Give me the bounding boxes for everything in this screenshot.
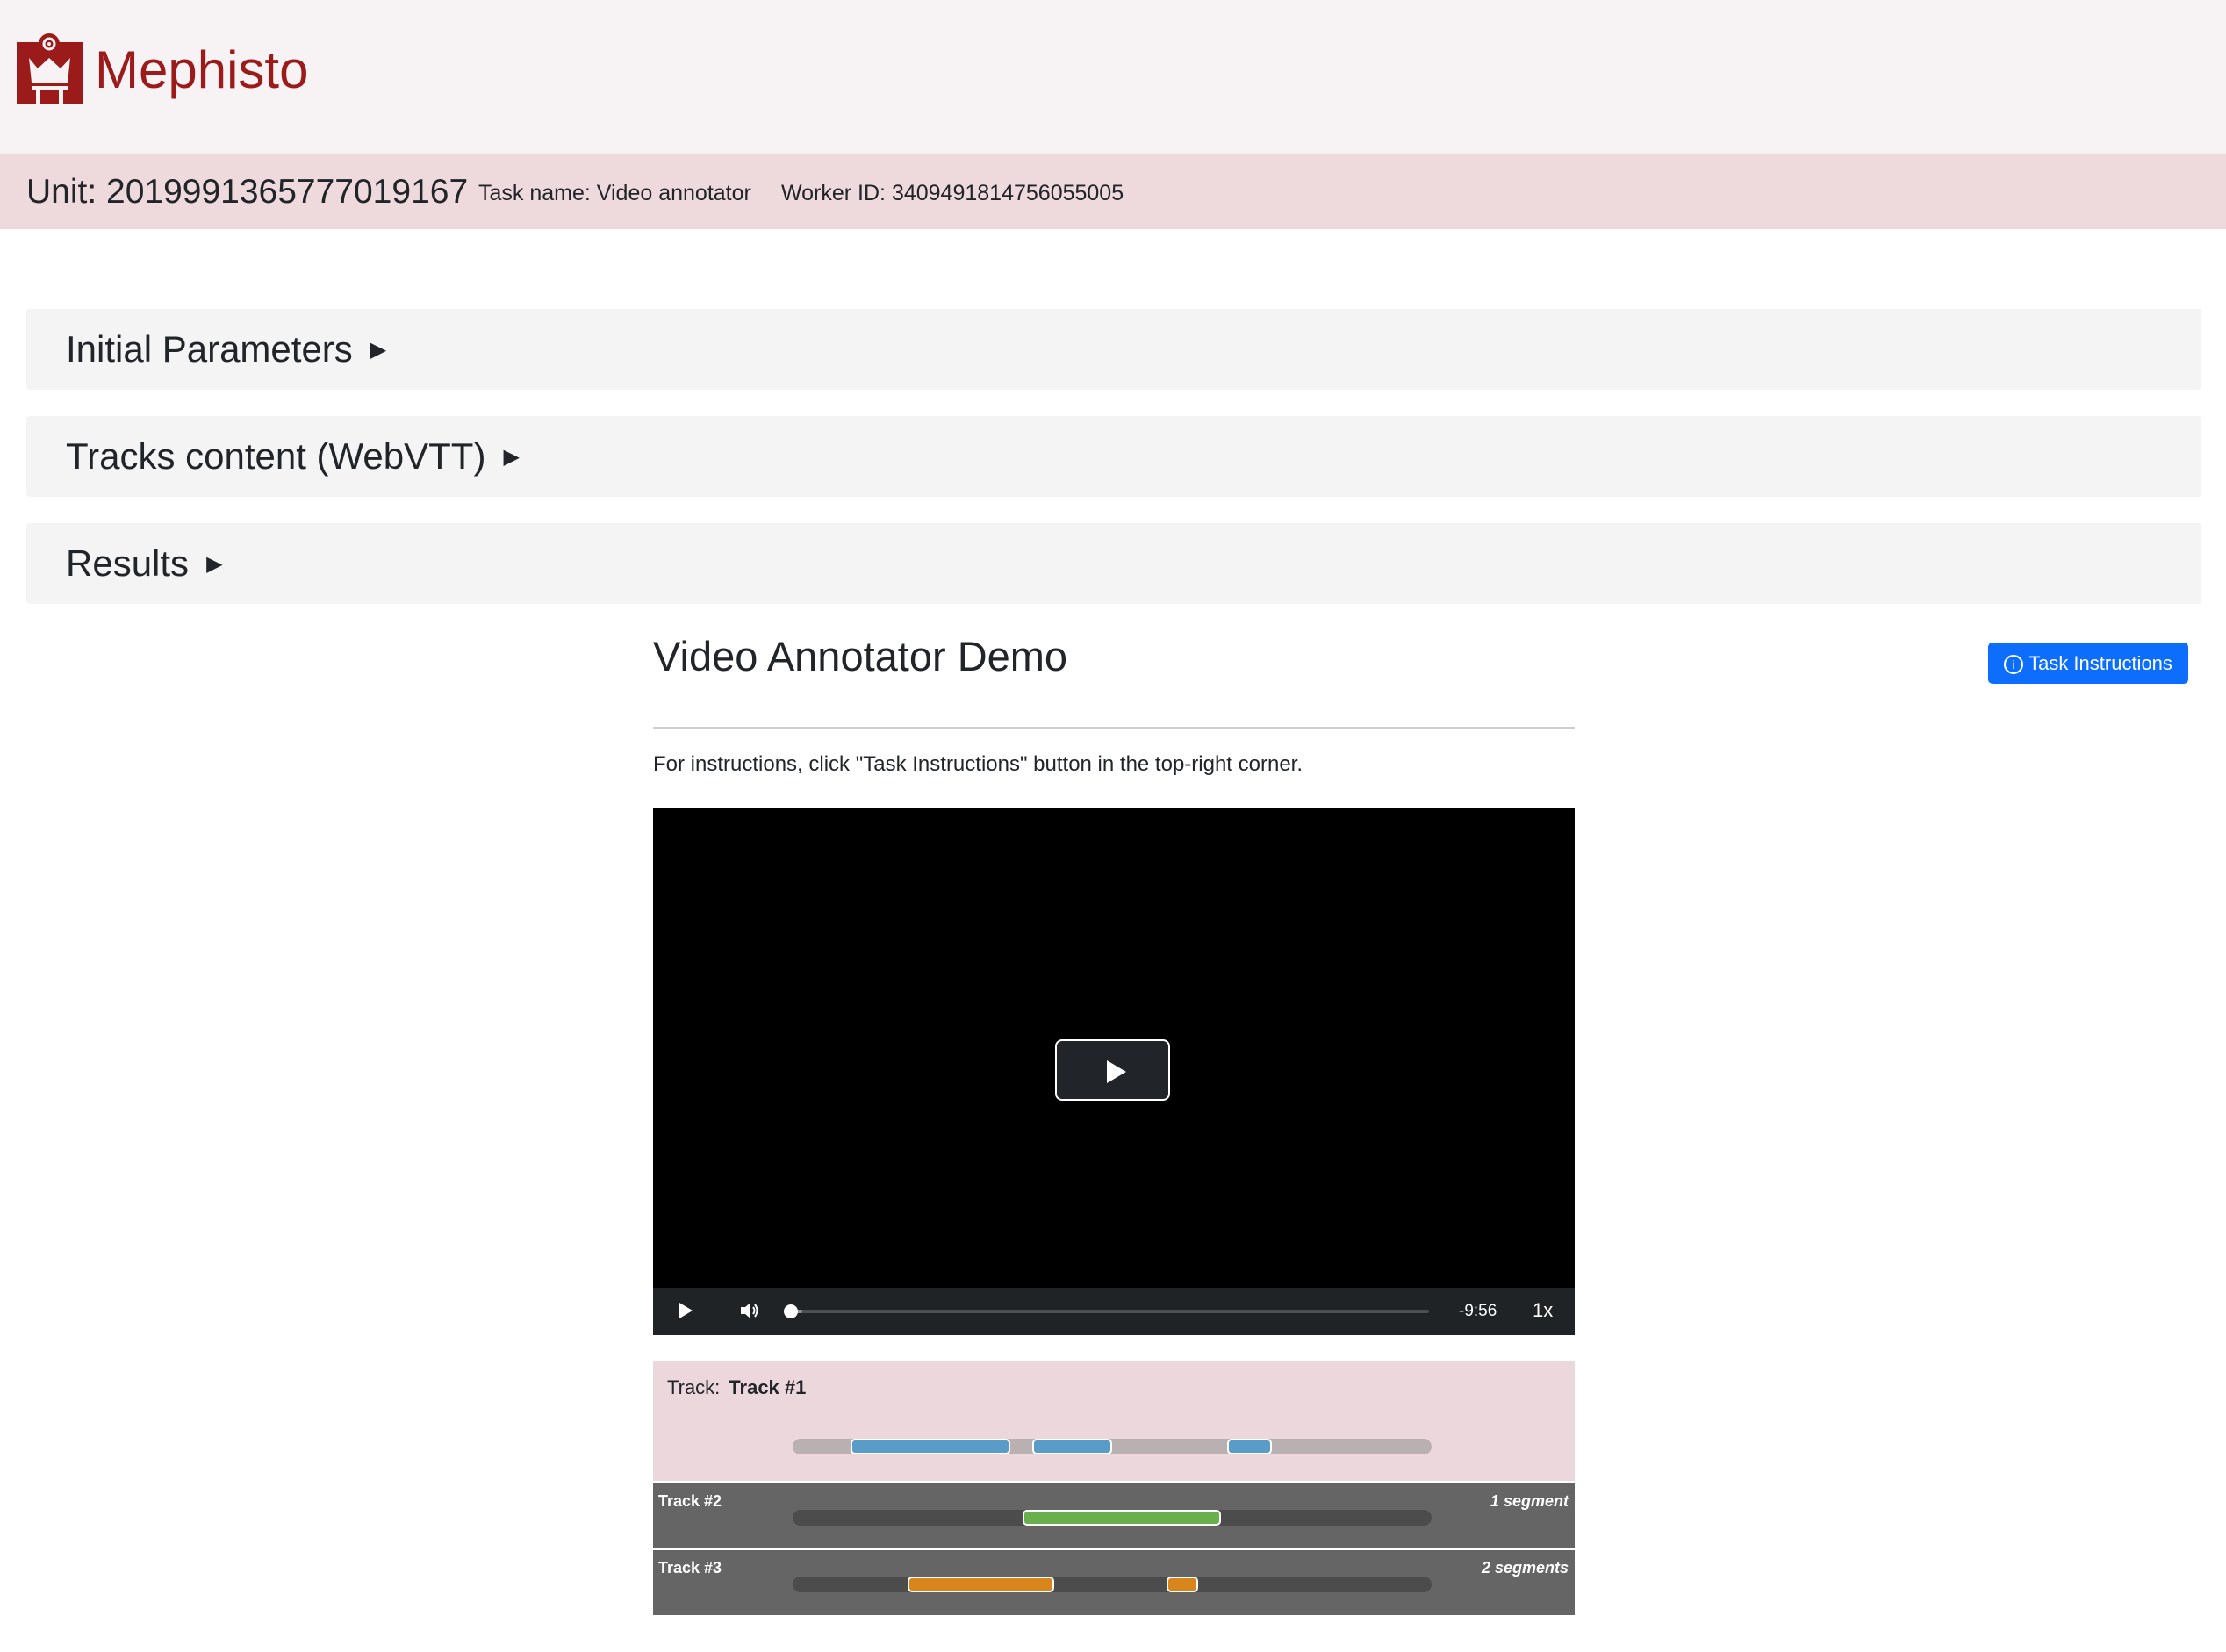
track-row[interactable]: Track #3 2 segments bbox=[653, 1550, 1575, 1615]
panel-initial-parameters[interactable]: Initial Parameters ▶ bbox=[26, 309, 2201, 390]
track-timeline[interactable] bbox=[793, 1510, 1432, 1526]
expand-triangle-icon: ▶ bbox=[206, 552, 223, 576]
track-segment[interactable] bbox=[1032, 1439, 1112, 1454]
panel-title: Initial Parameters bbox=[66, 328, 353, 370]
track-timeline[interactable] bbox=[793, 1577, 1432, 1592]
play-icon[interactable] bbox=[679, 1303, 693, 1318]
video-player[interactable]: -9:56 1x bbox=[653, 808, 1575, 1335]
unit-info-bar: Unit: 2019991365777019167 Task name: Vid… bbox=[0, 154, 2226, 229]
panel-title: Results bbox=[66, 542, 190, 584]
track-segment[interactable] bbox=[1166, 1577, 1199, 1592]
volume-icon[interactable] bbox=[737, 1298, 762, 1323]
track-label-prefix: Track: bbox=[667, 1376, 721, 1398]
track-label: Track: Track #1 bbox=[667, 1375, 806, 1400]
unit-title: Unit: 2019991365777019167 bbox=[26, 173, 469, 211]
expand-triangle-icon: ▶ bbox=[503, 445, 520, 469]
track-name: Track #2 bbox=[658, 1492, 722, 1510]
task-instructions-label: Task Instructions bbox=[2029, 652, 2172, 674]
brand-name: Mephisto bbox=[95, 40, 309, 99]
worker-id: Worker ID: 3409491814756055005 bbox=[781, 181, 1124, 205]
panel-title: Tracks content (WebVTT) bbox=[66, 435, 486, 477]
instructions-text: For instructions, click "Task Instructio… bbox=[653, 752, 1303, 776]
page-title: Video Annotator Demo bbox=[653, 633, 1068, 679]
panel-tracks-content-toggle[interactable]: Tracks content (WebVTT) ▶ bbox=[66, 434, 520, 480]
track-segment[interactable] bbox=[850, 1439, 1010, 1454]
track-active[interactable]: Track: Track #1 bbox=[653, 1361, 1575, 1481]
task-instructions-button[interactable]: i Task Instructions bbox=[1988, 643, 2188, 684]
panel-initial-parameters-toggle[interactable]: Initial Parameters ▶ bbox=[66, 327, 386, 373]
task-name: Task name: Video annotator bbox=[478, 181, 751, 205]
player-controls: -9:56 1x bbox=[653, 1288, 1575, 1335]
progress-handle[interactable] bbox=[784, 1304, 798, 1318]
divider bbox=[653, 727, 1575, 729]
segment-count: 1 segment bbox=[1490, 1492, 1569, 1510]
info-icon: i bbox=[2004, 655, 2024, 674]
track-row[interactable]: Track #2 1 segment bbox=[653, 1483, 1575, 1548]
big-play-icon[interactable] bbox=[1055, 1039, 1170, 1101]
top-header: Mephisto bbox=[0, 0, 2226, 154]
segment-count: 2 segments bbox=[1481, 1559, 1569, 1577]
expand-triangle-icon: ▶ bbox=[370, 338, 387, 362]
track-name: Track #1 bbox=[729, 1376, 807, 1398]
track-name: Track #3 bbox=[658, 1559, 722, 1577]
playback-speed-button[interactable]: 1x bbox=[1533, 1299, 1553, 1322]
time-remaining: -9:56 bbox=[1459, 1302, 1497, 1320]
panel-tracks-content[interactable]: Tracks content (WebVTT) ▶ bbox=[26, 416, 2201, 497]
track-timeline[interactable] bbox=[793, 1439, 1432, 1454]
panel-results-toggle[interactable]: Results ▶ bbox=[66, 541, 223, 587]
mephisto-crown-logo-icon bbox=[17, 33, 83, 104]
panel-results[interactable]: Results ▶ bbox=[26, 523, 2201, 604]
track-segment[interactable] bbox=[1227, 1439, 1272, 1454]
track-segment[interactable] bbox=[1023, 1510, 1221, 1526]
track-segment[interactable] bbox=[908, 1577, 1055, 1592]
progress-bar[interactable] bbox=[784, 1304, 1429, 1318]
